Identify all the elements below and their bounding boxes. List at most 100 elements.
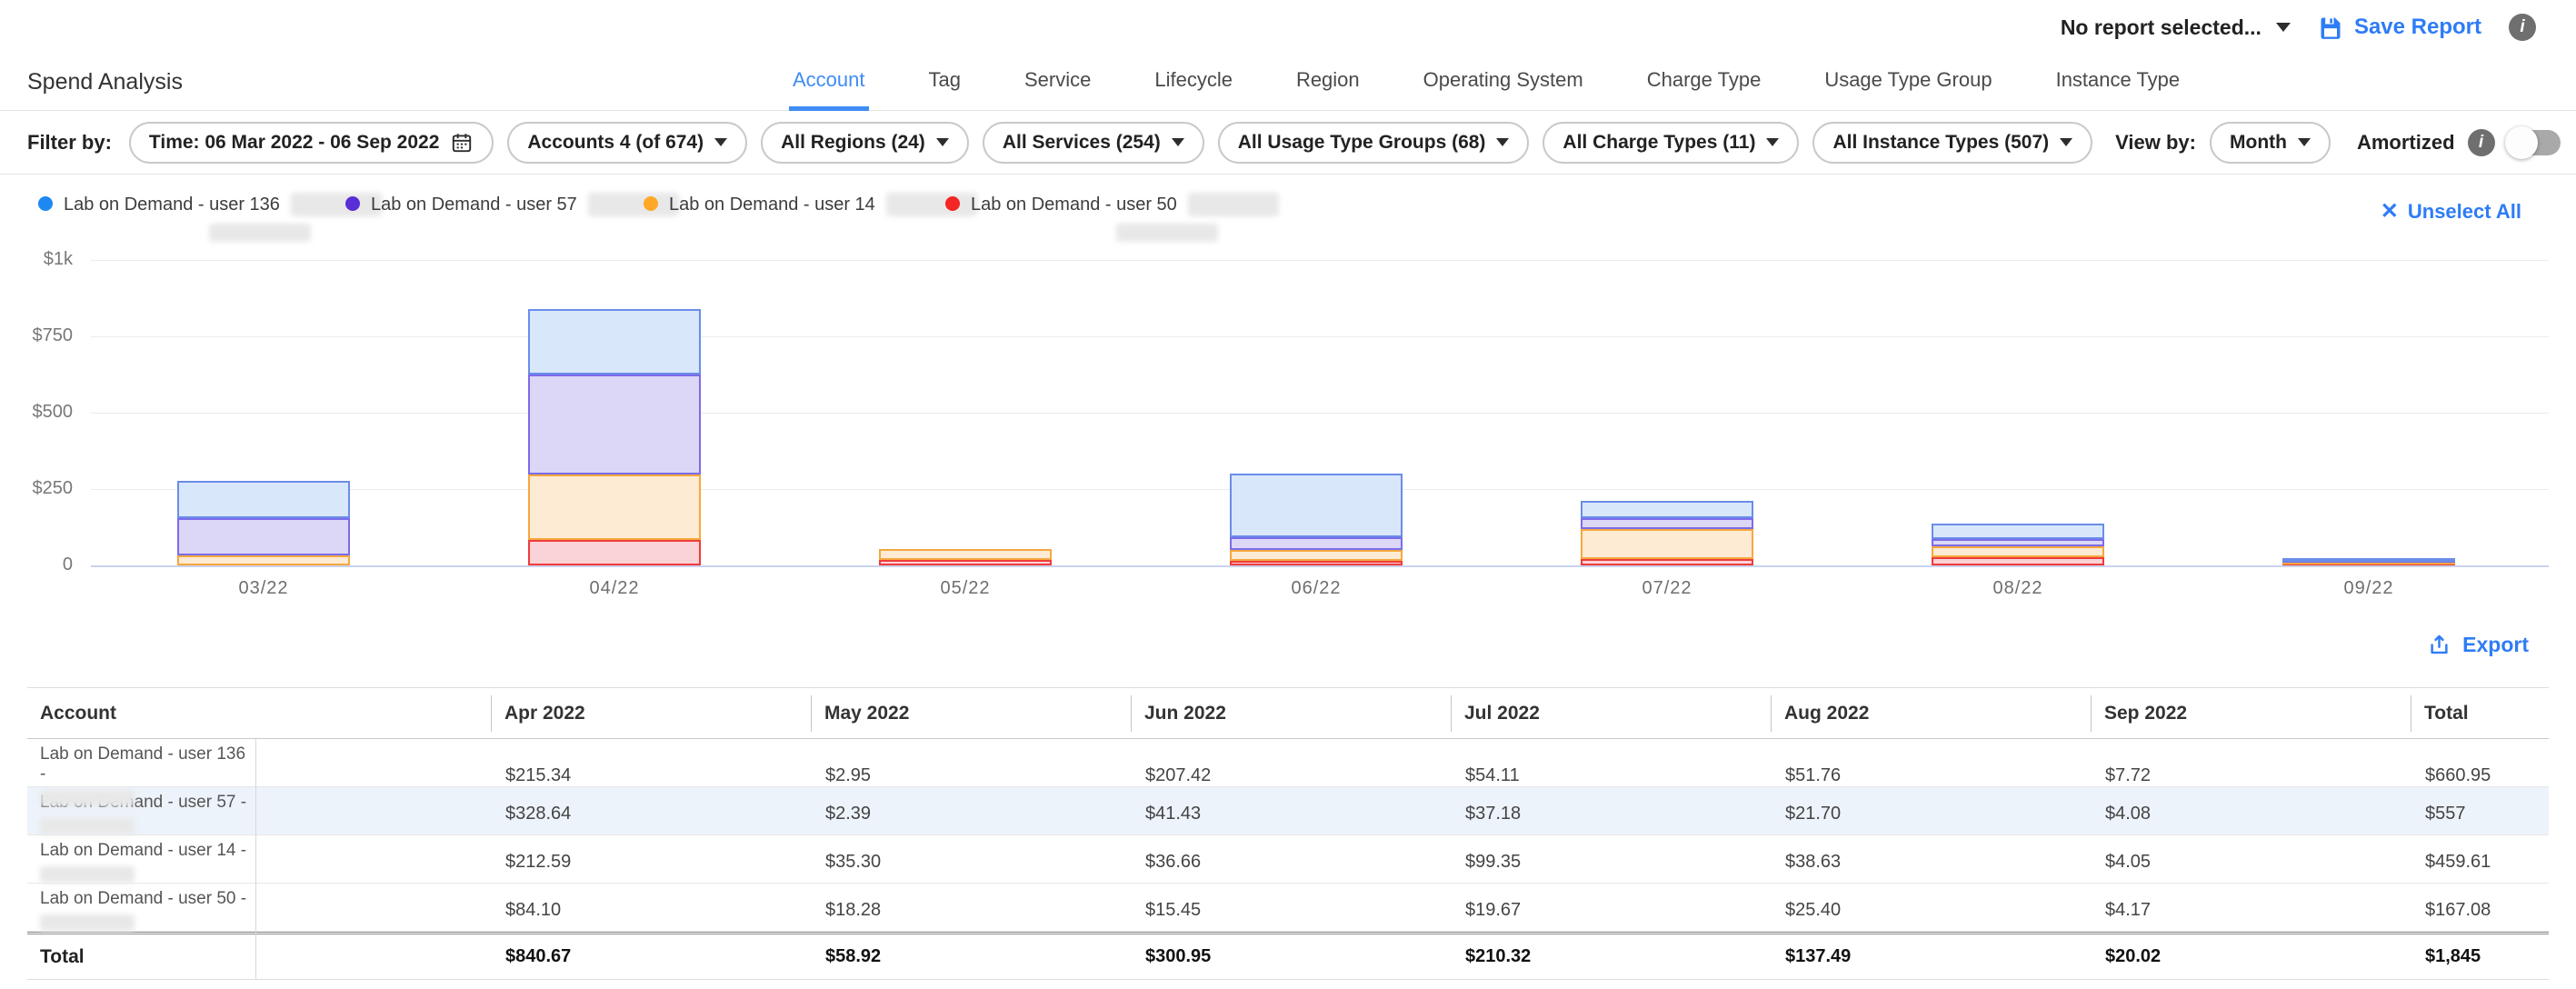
view-by-dropdown[interactable]: Month: [2210, 122, 2331, 164]
legend-line1: Lab on Demand - user 50: [971, 193, 1279, 216]
value-cell: $18.28: [811, 900, 1131, 921]
bar-segment-lab-on-demand-user-50[interactable]: [528, 540, 701, 565]
gridline: [91, 336, 2549, 337]
caret-down-icon: [1496, 138, 1509, 146]
caret-down-icon: [936, 138, 949, 146]
filter-pill-all-regions-24[interactable]: All Regions (24): [761, 122, 969, 164]
legend-label: Lab on Demand - user 50: [971, 195, 1177, 215]
filter-pill-accounts-4-of-674[interactable]: Accounts 4 (of 674): [507, 122, 747, 164]
column-header-apr-2022: Apr 2022: [491, 695, 811, 732]
value-cell: $21.70: [1771, 804, 2091, 824]
redacted-text: [40, 818, 135, 834]
value-cell: $215.34: [491, 765, 811, 786]
bar-segment-lab-on-demand-user-14[interactable]: [879, 549, 1052, 560]
tab-operating-system[interactable]: Operating System: [1420, 68, 1587, 111]
view-by-value: Month: [2230, 132, 2287, 154]
report-selector-dropdown[interactable]: No report selected...: [2061, 15, 2291, 40]
legend-label: Lab on Demand - user 136: [64, 195, 280, 215]
value-cell: $167.08: [2411, 900, 2549, 921]
y-axis-label: $500: [5, 402, 73, 423]
x-axis-label: 05/22: [902, 578, 1029, 599]
tab-tag[interactable]: Tag: [925, 68, 964, 111]
bar-segment-lab-on-demand-user-57[interactable]: [1932, 539, 2104, 545]
tab-account[interactable]: Account: [789, 68, 869, 111]
filter-pill-all-usage-type-groups-68[interactable]: All Usage Type Groups (68): [1218, 122, 1530, 164]
legend-item-lab-on-demand-user-14[interactable]: Lab on Demand - user 14: [644, 193, 977, 216]
legend-line1: Lab on Demand - user 136: [64, 193, 382, 216]
legend-item-lab-on-demand-user-57[interactable]: Lab on Demand - user 57: [345, 193, 679, 216]
value-cell: $41.43: [1131, 804, 1451, 824]
legend-dot-icon: [945, 196, 960, 211]
bar-segment-lab-on-demand-user-136[interactable]: [177, 481, 350, 518]
bar-segment-lab-on-demand-user-50[interactable]: [1230, 561, 1403, 565]
value-cell: $7.72: [2091, 765, 2411, 786]
bar-segment-lab-on-demand-user-136[interactable]: [528, 309, 701, 375]
filter-pill-time[interactable]: Time: 06 Mar 2022 - 06 Sep 2022: [129, 122, 494, 164]
y-axis-label: $1k: [5, 249, 73, 270]
account-name: Lab on Demand - user 14 -: [40, 841, 255, 861]
bar-segment-lab-on-demand-user-57[interactable]: [1230, 537, 1403, 550]
bar-segment-lab-on-demand-user-136[interactable]: [1932, 524, 2104, 539]
redacted-text: [209, 224, 311, 242]
view-by-label: View by:: [2115, 131, 2196, 155]
bar-segment-lab-on-demand-user-14[interactable]: [1230, 550, 1403, 561]
tab-service[interactable]: Service: [1021, 68, 1094, 111]
legend-item-body: Lab on Demand - user 14: [669, 193, 977, 216]
gridline: [91, 260, 2549, 261]
chart-legend: ✕ Unselect All Lab on Demand - user 136 L…: [0, 175, 2576, 251]
export-button[interactable]: Export: [2427, 633, 2529, 657]
close-icon: ✕: [2381, 198, 2399, 225]
account-name: Lab on Demand - user 50 -: [40, 889, 255, 909]
legend-item-lab-on-demand-user-136[interactable]: Lab on Demand - user 136: [38, 193, 382, 242]
filter-pill-all-instance-types-507[interactable]: All Instance Types (507): [1812, 122, 2092, 164]
bar-segment-lab-on-demand-user-50[interactable]: [1932, 557, 2104, 565]
legend-label: Lab on Demand - user 57: [371, 195, 577, 215]
export-icon: [2427, 633, 2451, 657]
redacted-text: [1116, 224, 1218, 242]
value-cell: $328.64: [491, 804, 811, 824]
tab-lifecycle[interactable]: Lifecycle: [1151, 68, 1236, 111]
bar-segment-lab-on-demand-user-50[interactable]: [1581, 559, 1753, 565]
total-label: Total: [27, 934, 256, 979]
filter-pill-all-services-254[interactable]: All Services (254): [983, 122, 1204, 164]
tab-region[interactable]: Region: [1293, 68, 1363, 111]
filter-pill-label: Accounts 4 (of 674): [527, 132, 704, 154]
legend-dot-icon: [38, 196, 53, 211]
value-cell: $51.76: [1771, 765, 2091, 786]
bar-segment-lab-on-demand-user-50[interactable]: [879, 560, 1052, 565]
report-selector-value: No report selected...: [2061, 15, 2261, 40]
caret-down-icon: [2298, 138, 2311, 146]
amortized-toggle[interactable]: [2508, 130, 2561, 155]
tab-usage-type-group[interactable]: Usage Type Group: [1821, 68, 1995, 111]
info-icon[interactable]: i: [2468, 129, 2495, 156]
account-cell: Lab on Demand - user 50 -: [27, 884, 256, 936]
tab-instance-type[interactable]: Instance Type: [2052, 68, 2184, 111]
bar-segment-lab-on-demand-user-14[interactable]: [177, 555, 350, 565]
info-icon[interactable]: i: [2509, 14, 2536, 41]
toggle-knob: [2505, 126, 2538, 159]
tab-charge-type[interactable]: Charge Type: [1643, 68, 1765, 111]
legend-item-body: Lab on Demand - user 57: [371, 193, 679, 216]
bar-segment-lab-on-demand-user-136[interactable]: [2282, 558, 2455, 562]
filter-pill-all-charge-types-11[interactable]: All Charge Types (11): [1543, 122, 1799, 164]
value-cell: $2.39: [811, 804, 1131, 824]
value-cell: $36.66: [1131, 852, 1451, 873]
value-cell: $660.95: [2411, 765, 2549, 786]
value-cell: $54.11: [1451, 765, 1771, 786]
y-axis-label: $250: [5, 478, 73, 499]
unselect-all-button[interactable]: ✕ Unselect All: [2381, 198, 2521, 225]
save-report-button[interactable]: Save Report: [2318, 15, 2481, 40]
bar-segment-lab-on-demand-user-14[interactable]: [1581, 529, 1753, 559]
bar-segment-lab-on-demand-user-57[interactable]: [177, 518, 350, 555]
bar-segment-lab-on-demand-user-14[interactable]: [1932, 546, 2104, 558]
legend-line1: Lab on Demand - user 57: [371, 193, 679, 216]
x-axis-label: 07/22: [1603, 578, 1731, 599]
bar-segment-lab-on-demand-user-136[interactable]: [1581, 501, 1753, 517]
column-header-jul-2022: Jul 2022: [1451, 695, 1771, 732]
legend-item-lab-on-demand-user-50[interactable]: Lab on Demand - user 50: [945, 193, 1279, 242]
value-cell: $15.45: [1131, 900, 1451, 921]
bar-segment-lab-on-demand-user-57[interactable]: [528, 375, 701, 475]
bar-segment-lab-on-demand-user-57[interactable]: [1581, 518, 1753, 529]
bar-segment-lab-on-demand-user-14[interactable]: [528, 475, 701, 539]
bar-segment-lab-on-demand-user-136[interactable]: [1230, 474, 1403, 537]
